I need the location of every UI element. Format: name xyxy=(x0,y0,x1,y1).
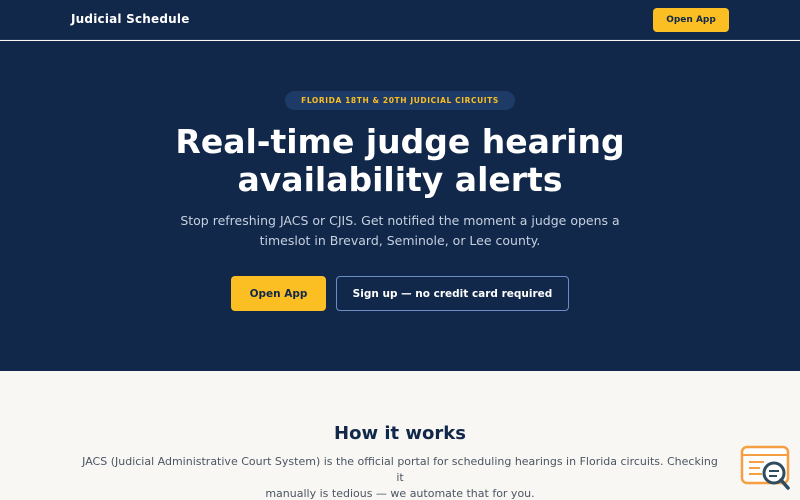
brand-logo[interactable]: Judicial Schedule xyxy=(71,12,190,26)
top-navbar: Judicial Schedule Open App xyxy=(0,0,800,40)
hero-title-line1: Real-time judge hearing xyxy=(175,122,625,161)
hero-open-app-button[interactable]: Open App xyxy=(231,276,326,311)
hero-subtitle: Stop refreshing JACS or CJIS. Get notifi… xyxy=(170,211,630,251)
hero-subtitle-line1: Stop refreshing JACS or CJIS. Get notifi… xyxy=(180,213,620,228)
hero-title-line2: availability alerts xyxy=(237,160,563,199)
hero-title: Real-time judge hearing availability ale… xyxy=(100,123,700,199)
circuits-badge: FLORIDA 18TH & 20TH JUDICIAL CIRCUITS xyxy=(285,91,515,110)
hero-subtitle-line2: timeslot in Brevard, Seminole, or Lee co… xyxy=(259,233,541,248)
how-it-works-text-line2: manually is tedious — we automate that f… xyxy=(265,487,535,500)
header-open-app-button[interactable]: Open App xyxy=(653,8,729,32)
how-it-works-text: JACS (Judicial Administrative Court Syst… xyxy=(80,454,720,500)
hero-section: FLORIDA 18TH & 20TH JUDICIAL CIRCUITS Re… xyxy=(0,41,800,371)
signup-button[interactable]: Sign up — no credit card required xyxy=(336,276,569,311)
chat-search-icon[interactable] xyxy=(740,445,792,491)
how-it-works-section: How it works JACS (Judicial Administrati… xyxy=(0,371,800,500)
how-it-works-text-line1: JACS (Judicial Administrative Court Syst… xyxy=(82,455,718,484)
how-it-works-title: How it works xyxy=(334,423,466,444)
